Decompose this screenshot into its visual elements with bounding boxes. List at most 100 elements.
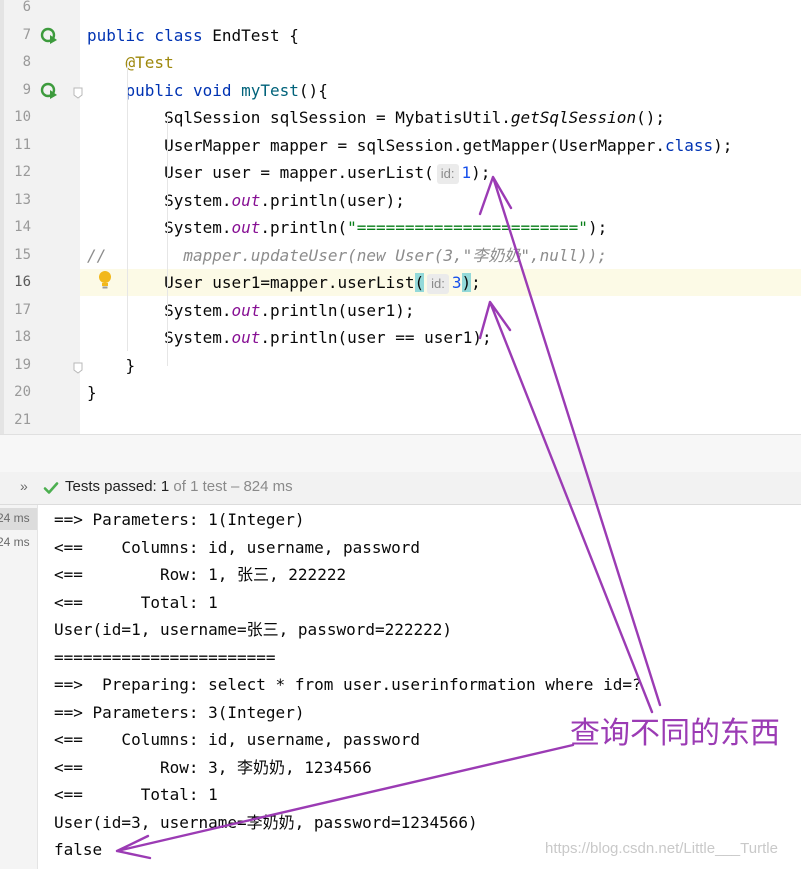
code-area[interactable]: public class EndTest { @Test public void…	[80, 0, 801, 434]
code-token: 3	[451, 273, 462, 292]
line-number: 6	[22, 0, 31, 15]
test-status-bar: » Tests passed: 1 of 1 test – 824 ms	[0, 472, 801, 505]
gutter-line: 19	[0, 352, 83, 379]
code-token: 1	[461, 163, 472, 182]
code-token: );	[587, 218, 608, 237]
parameter-hint: id:	[427, 274, 449, 294]
code-line[interactable]: }	[80, 379, 801, 406]
code-line[interactable]: // mapper.updateUser(new User(3,"李奶奶",nu…	[80, 242, 801, 269]
console-line: User(id=1, username=张三, password=222222)	[54, 620, 453, 639]
code-token: out	[231, 328, 261, 347]
code-token: out	[231, 300, 261, 320]
tests-passed-label: Tests passed:	[65, 478, 157, 495]
code-token: @Test	[125, 53, 174, 72]
code-token: ();	[636, 108, 665, 127]
expand-icon[interactable]: »	[20, 478, 28, 494]
code-line[interactable]: System.out.println(user);	[80, 187, 801, 214]
code-line[interactable]: System.out.println("====================…	[80, 214, 801, 241]
gutter-line: 21	[0, 407, 80, 434]
code-line[interactable]: public class EndTest {	[80, 22, 801, 49]
indent-guide	[167, 116, 168, 366]
code-line[interactable]: SqlSession sqlSession = MybatisUtil.getS…	[80, 104, 801, 131]
code-editor[interactable]: 6 7 8 9 10 11 12 13 14 15 16 17 18 19 20 21 public clas…	[0, 0, 801, 434]
code-token: User user = mapper.userList(	[87, 163, 434, 182]
code-line-text: User user1=mapper.userList(id: 3);	[87, 269, 481, 296]
gutter-line: 12	[0, 159, 80, 186]
code-token: class	[664, 135, 714, 155]
code-token: .println(user == user1);	[260, 328, 492, 347]
code-token: System.	[87, 300, 232, 320]
code-line-text: }	[87, 379, 97, 406]
code-token: (	[414, 273, 425, 292]
code-token: myTest	[241, 80, 299, 100]
tests-passed-count: 1	[160, 478, 170, 495]
gutter-line: 13	[0, 187, 80, 214]
code-line[interactable]: @Test	[80, 49, 801, 76]
test-duration[interactable]: 24 ms	[0, 535, 37, 549]
test-duration[interactable]: 24 ms	[0, 511, 37, 525]
code-line[interactable]: System.out.println(user == user1);	[80, 324, 801, 351]
code-line-text: }	[87, 352, 136, 379]
code-line[interactable]: System.out.println(user1);	[80, 297, 801, 324]
code-token: .println(	[260, 218, 348, 237]
code-line[interactable]: UserMapper mapper = sqlSession.getMapper…	[80, 132, 801, 159]
console-line: <== Row: 3, 李奶奶, 1234566	[54, 757, 372, 777]
line-number: 17	[14, 301, 31, 318]
run-test-icon[interactable]	[40, 82, 58, 100]
line-number: 10	[14, 109, 31, 125]
code-token: EndTest {	[212, 25, 299, 45]
line-number: 11	[14, 136, 31, 153]
line-number: 18	[14, 329, 31, 345]
code-line-text: System.out.println(user);	[87, 187, 405, 214]
panel-divider[interactable]	[0, 434, 801, 473]
code-line-text: System.out.println("====================…	[87, 214, 607, 241]
editor-gutter: 6 7 8 9 10 11 12 13 14 15 16 17 18 19 20 21	[0, 0, 83, 434]
gutter-line: 6	[0, 0, 80, 21]
console-line: =======================	[54, 647, 276, 667]
watermark: https://blog.csdn.net/Little___Turtle	[545, 840, 778, 857]
console-line: <== Row: 1, 张三, 222222	[54, 565, 347, 584]
lightbulb-icon[interactable]	[97, 270, 113, 290]
code-line[interactable]	[80, 0, 801, 21]
code-token: User user1=mapper.userList	[87, 273, 415, 292]
gutter-line: 11	[0, 132, 80, 159]
code-line[interactable]: User user1=mapper.userList(id: 3);	[80, 269, 801, 296]
line-number: 13	[14, 191, 31, 208]
tests-passed-text: Tests passed: 1 of 1 test – 824 ms	[65, 478, 293, 495]
code-token: public void	[125, 80, 242, 100]
line-number: 15	[14, 246, 31, 263]
gutter-line: 9	[0, 77, 83, 104]
code-line[interactable]: User user = mapper.userList(id: 1);	[80, 159, 801, 186]
code-token: }	[87, 355, 136, 375]
code-line[interactable]: public void myTest(){	[80, 77, 801, 104]
gutter-line: 17	[0, 297, 80, 324]
gutter-line: 16	[0, 269, 80, 296]
line-number: 21	[14, 411, 31, 428]
code-token: // mapper.updateUser(new User(3,"李奶奶",nu…	[87, 245, 608, 265]
tests-total-duration: of 1 test – 824 ms	[173, 478, 293, 495]
code-token: );	[471, 163, 491, 182]
console-output[interactable]: 24 ms 24 ms ==> Parameters: 1(Integer) <==…	[0, 505, 801, 869]
code-line[interactable]	[80, 407, 801, 434]
line-number: 19	[14, 356, 31, 373]
run-test-icon[interactable]	[40, 27, 58, 45]
indent-guide	[127, 61, 128, 351]
gutter-line: 7	[0, 22, 80, 49]
console-line: <== Columns: id, username, password	[54, 537, 421, 557]
console-line: <== Columns: id, username, password	[54, 730, 421, 749]
code-token: (){	[298, 80, 328, 100]
annotation-label: 查询不同的东西	[570, 716, 780, 751]
test-tree[interactable]: 24 ms 24 ms	[0, 505, 38, 869]
code-token: SqlSession sqlSession = MybatisUtil.	[87, 108, 511, 127]
code-token: System.	[87, 328, 232, 347]
code-line-text: SqlSession sqlSession = MybatisUtil.getS…	[87, 104, 665, 131]
code-token: out	[231, 218, 261, 237]
code-line-text: User user = mapper.userList(id: 1);	[87, 159, 490, 186]
gutter-line: 20	[0, 379, 80, 406]
code-line-text: UserMapper mapper = sqlSession.getMapper…	[87, 132, 732, 159]
console-line: ==> Parameters: 3(Integer)	[54, 702, 305, 722]
console-line: User(id=3, username=李奶奶, password=123456…	[54, 812, 478, 832]
code-line[interactable]: }	[80, 352, 801, 379]
